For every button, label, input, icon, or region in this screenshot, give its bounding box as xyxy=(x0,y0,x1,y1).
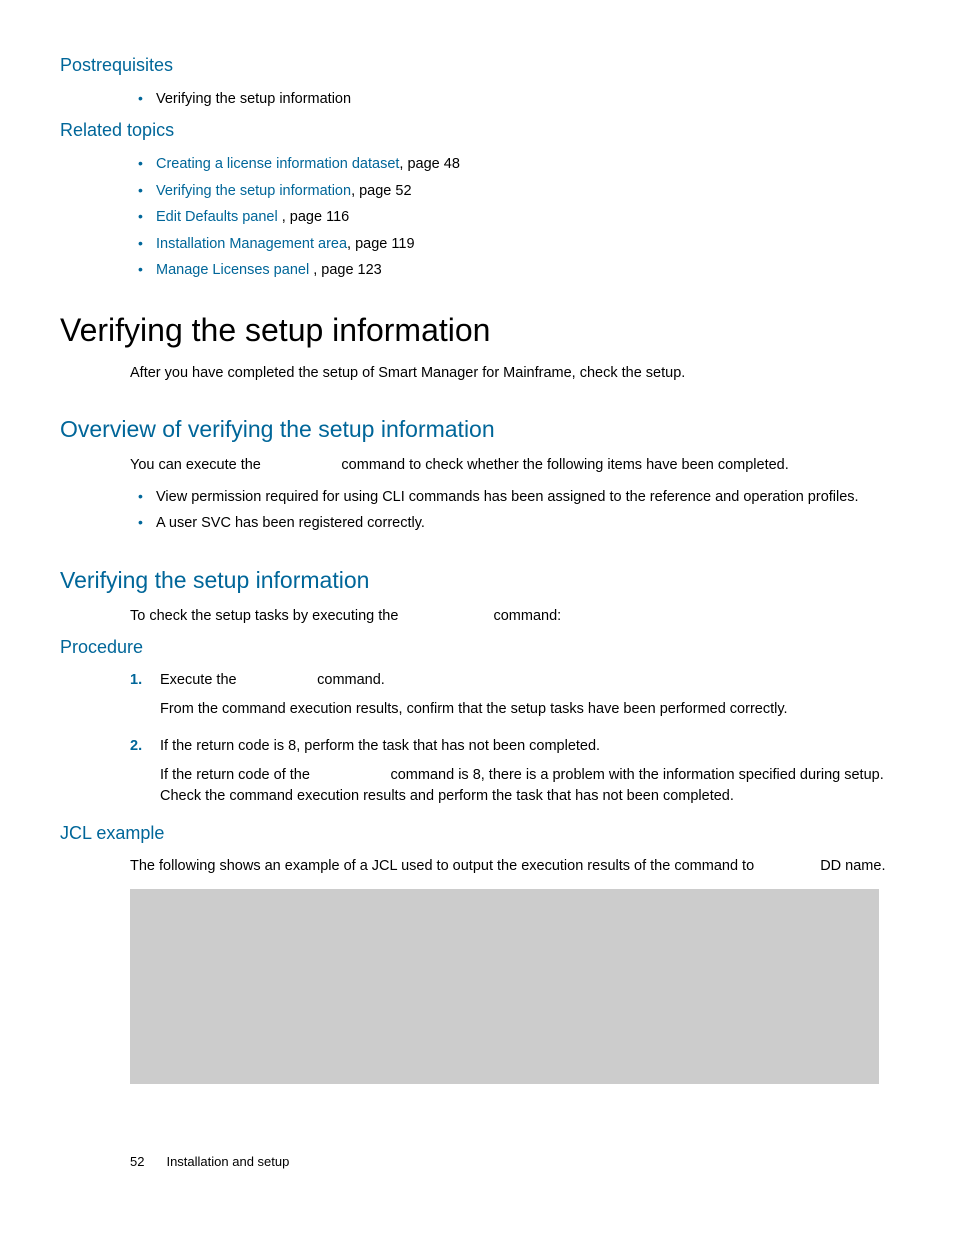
command-gap xyxy=(402,608,489,624)
list-item: Edit Defaults panel , page 116 xyxy=(130,206,894,228)
list-item: Creating a license information dataset, … xyxy=(130,153,894,175)
list-item: Verifying the setup information, page 52 xyxy=(130,180,894,202)
item-text: Verifying the setup information xyxy=(156,91,351,107)
jcl-intro: The following shows an example of a JCL … xyxy=(130,856,894,877)
command-gap xyxy=(314,767,387,783)
list-item: A user SVC has been registered correctly… xyxy=(130,512,894,534)
step-detail: If the return code of the command is 8, … xyxy=(160,765,894,807)
overview-heading: Overview of verifying the setup informat… xyxy=(60,416,894,443)
page-ref: , page 116 xyxy=(282,209,349,225)
list-item: Verifying the setup information xyxy=(130,88,894,110)
command-gap xyxy=(241,672,314,688)
link-text[interactable]: Edit Defaults panel xyxy=(156,209,282,225)
procedure-heading: Procedure xyxy=(60,637,894,658)
step-line: If the return code is 8, perform the tas… xyxy=(160,736,894,757)
item-text: View permission required for using CLI c… xyxy=(156,489,859,505)
step-line: Execute the command. xyxy=(160,670,894,691)
page-ref: , page 123 xyxy=(313,262,382,278)
main-heading: Verifying the setup information xyxy=(60,312,894,349)
main-intro: After you have completed the setup of Sm… xyxy=(130,363,894,384)
text-before: If the return code of the xyxy=(160,767,314,783)
step-item: If the return code is 8, perform the tas… xyxy=(130,736,894,807)
related-topics-heading: Related topics xyxy=(60,120,894,141)
page-footer: 52 Installation and setup xyxy=(130,1154,894,1169)
text-before: To check the setup tasks by executing th… xyxy=(130,608,402,624)
jcl-code-block xyxy=(130,889,879,1084)
page-ref: , page 48 xyxy=(399,156,459,172)
jcl-heading: JCL example xyxy=(60,823,894,844)
text-before: Execute the xyxy=(160,672,241,688)
text-mid: command to xyxy=(674,858,758,874)
footer-section: Installation and setup xyxy=(166,1154,289,1169)
link-text[interactable]: Verifying the setup information xyxy=(156,183,351,199)
list-item: Installation Management area, page 119 xyxy=(130,233,894,255)
link-text[interactable]: Manage Licenses panel xyxy=(156,262,313,278)
ddname-gap xyxy=(758,858,816,874)
text-after: command. xyxy=(313,672,385,688)
step-detail: From the command execution results, conf… xyxy=(160,699,894,720)
related-topics-list: Creating a license information dataset, … xyxy=(130,153,894,281)
page-number: 52 xyxy=(130,1154,144,1169)
text-before: You can execute the xyxy=(130,457,265,473)
page-ref: , page 119 xyxy=(347,236,414,252)
verifying-intro: To check the setup tasks by executing th… xyxy=(130,606,894,627)
step-item: Execute the command. From the command ex… xyxy=(130,670,894,720)
list-item: Manage Licenses panel , page 123 xyxy=(130,259,894,281)
overview-intro: You can execute the command to check whe… xyxy=(130,455,894,476)
postrequisites-heading: Postrequisites xyxy=(60,55,894,76)
link-text[interactable]: Creating a license information dataset xyxy=(156,156,399,172)
text-after: command: xyxy=(489,608,561,624)
list-item: View permission required for using CLI c… xyxy=(130,486,894,508)
text-before: The following shows an example of a JCL … xyxy=(130,858,674,874)
link-text[interactable]: Installation Management area xyxy=(156,236,347,252)
postrequisites-list: Verifying the setup information xyxy=(130,88,894,110)
page-ref: , page 52 xyxy=(351,183,411,199)
text-after: DD name. xyxy=(816,858,885,874)
text-after: command to check whether the following i… xyxy=(337,457,788,473)
document-page: Postrequisites Verifying the setup infor… xyxy=(0,0,954,1209)
verifying-heading: Verifying the setup information xyxy=(60,567,894,594)
overview-bullets: View permission required for using CLI c… xyxy=(130,486,894,535)
procedure-steps: Execute the command. From the command ex… xyxy=(130,670,894,807)
item-text: A user SVC has been registered correctly… xyxy=(156,515,425,531)
command-gap xyxy=(265,457,338,473)
